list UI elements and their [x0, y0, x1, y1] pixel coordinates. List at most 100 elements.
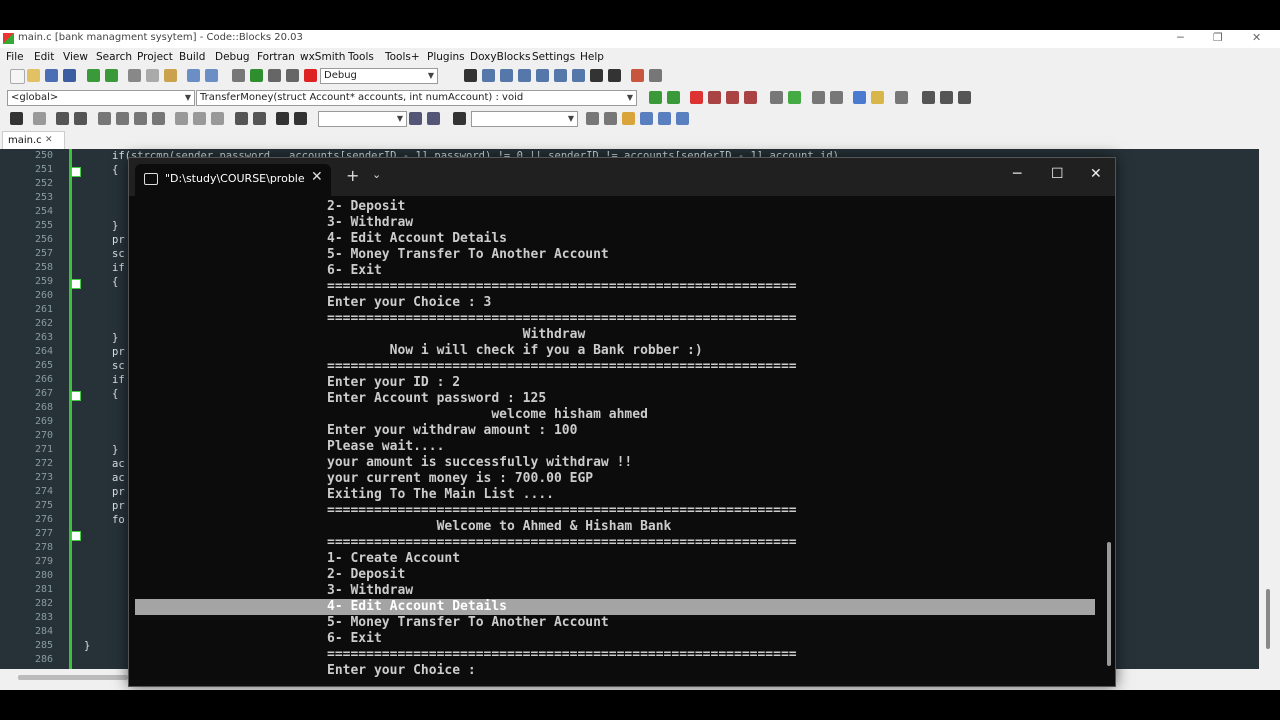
c-format-icon[interactable] [294, 112, 307, 125]
new-tab-icon[interactable]: + [346, 166, 359, 185]
next-instruction-icon[interactable] [554, 69, 567, 82]
doxy-help-icon[interactable] [871, 91, 884, 104]
fold-marker-icon[interactable] [71, 279, 81, 289]
pointer-icon[interactable] [10, 112, 23, 125]
tools-wrench-icon[interactable] [895, 91, 908, 104]
scope-select[interactable]: <global> ▼ [7, 90, 195, 106]
menu-tools[interactable]: Tools [348, 51, 374, 63]
menu-fortran[interactable]: Fortran [257, 51, 295, 63]
run-to-cursor-icon[interactable] [482, 69, 495, 82]
maximize-icon[interactable]: ❐ [1213, 31, 1223, 44]
text-widget-icon[interactable] [193, 112, 206, 125]
abort-icon[interactable] [304, 69, 317, 82]
debug-windows-icon[interactable] [631, 69, 644, 82]
zoom-in-icon[interactable] [235, 112, 248, 125]
sizer-box-icon[interactable] [152, 112, 165, 125]
console-window[interactable]: "D:\study\COURSE\problem s ✕ + ⌄ ─ ☐ ✕ 2… [128, 157, 1116, 687]
menu-project[interactable]: Project [137, 51, 173, 63]
run-icon[interactable] [250, 69, 263, 82]
new-file-icon[interactable] [10, 69, 25, 84]
rebuild-icon[interactable] [286, 69, 299, 82]
sizer-v-icon[interactable] [116, 112, 129, 125]
selected-text-icon[interactable] [640, 112, 653, 125]
panel-icon[interactable] [56, 112, 69, 125]
fold-marker-icon[interactable] [71, 167, 81, 177]
bookmark-toggle-icon[interactable] [690, 91, 703, 104]
undo-icon[interactable] [87, 69, 100, 82]
dialog-icon[interactable] [74, 112, 87, 125]
cut-icon[interactable] [128, 69, 141, 82]
console-output[interactable]: 2- Deposit 3- Withdraw 4- Edit Account Det… [129, 196, 1115, 686]
build-target-select[interactable]: Debug ▼ [320, 68, 438, 84]
menu-help[interactable]: Help [580, 51, 604, 63]
jump-back-icon[interactable] [649, 91, 662, 104]
tab-close-icon[interactable]: ✕ [45, 132, 53, 149]
open-file-icon[interactable] [27, 69, 40, 82]
frame-icon[interactable] [33, 112, 46, 125]
comment-icon[interactable] [812, 91, 825, 104]
search-prev-icon[interactable] [586, 112, 599, 125]
doxy-block-icon[interactable] [853, 91, 866, 104]
build-run-icon[interactable] [268, 69, 281, 82]
menu-tools[interactable]: Tools+ [385, 51, 420, 63]
match-case-icon[interactable] [658, 112, 671, 125]
fold-marker-icon[interactable] [71, 531, 81, 541]
button-widget-icon[interactable] [175, 112, 188, 125]
minimize-icon[interactable]: ─ [1177, 31, 1184, 44]
close-icon[interactable]: ✕ [1252, 31, 1261, 44]
save-all-icon[interactable] [63, 69, 76, 82]
step-into-icon[interactable] [518, 69, 531, 82]
redo-icon[interactable] [105, 69, 118, 82]
jump-end-icon[interactable] [958, 91, 971, 104]
minimize-icon[interactable]: ─ [1013, 166, 1021, 182]
scrollbar-thumb[interactable] [1266, 589, 1270, 649]
menu-edit[interactable]: Edit [34, 51, 54, 63]
menu-plugins[interactable]: Plugins [427, 51, 465, 63]
pause-icon[interactable] [590, 69, 603, 82]
tab-main-c[interactable]: main.c ✕ [2, 131, 65, 149]
uncomment-icon[interactable] [830, 91, 843, 104]
copy-icon[interactable] [146, 69, 159, 82]
editor-vertical-scrollbar[interactable] [1259, 149, 1280, 669]
find-icon[interactable] [187, 69, 200, 82]
menu-search[interactable]: Search [96, 51, 132, 63]
search-combo[interactable]: ▼ [318, 111, 407, 127]
build-gear-icon[interactable] [232, 69, 245, 82]
next-line-icon[interactable] [500, 69, 513, 82]
console-tab[interactable]: "D:\study\COURSE\problem s ✕ [135, 164, 331, 196]
menu-file[interactable]: File [6, 51, 24, 63]
find-next-icon[interactable] [409, 112, 422, 125]
menu-settings[interactable]: Settings [532, 51, 575, 63]
step-out-icon[interactable] [536, 69, 549, 82]
maximize-icon[interactable]: ☐ [1051, 166, 1064, 182]
find-options-icon[interactable] [427, 112, 440, 125]
menu-view[interactable]: View [63, 51, 88, 63]
record-icon[interactable] [940, 91, 953, 104]
bookmark-clear-icon[interactable] [744, 91, 757, 104]
search-next-icon[interactable] [604, 112, 617, 125]
console-scrollbar-thumb[interactable] [1107, 542, 1111, 666]
replace-icon[interactable] [205, 69, 218, 82]
jump-forward-icon[interactable] [667, 91, 680, 104]
close-icon[interactable]: ✕ [1090, 166, 1102, 182]
incremental-search-input[interactable]: ▼ [471, 111, 578, 127]
symbols-icon[interactable] [788, 91, 801, 104]
jump-start-icon[interactable] [922, 91, 935, 104]
save-icon[interactable] [45, 69, 58, 82]
menu-wxsmith[interactable]: wxSmith [300, 51, 345, 63]
menu-doxyblocks[interactable]: DoxyBlocks [470, 51, 530, 63]
zoom-out-icon[interactable] [253, 112, 266, 125]
debug-run-icon[interactable] [464, 69, 477, 82]
clear-search-icon[interactable] [453, 112, 466, 125]
sizer-h-icon[interactable] [98, 112, 111, 125]
combo-widget-icon[interactable] [211, 112, 224, 125]
regex-icon[interactable] [676, 112, 689, 125]
stop-debug-icon[interactable] [608, 69, 621, 82]
bookmark-prev-icon[interactable] [708, 91, 721, 104]
fold-marker-icon[interactable] [71, 391, 81, 401]
menu-debug[interactable]: Debug [215, 51, 250, 63]
tab-close-icon[interactable]: ✕ [311, 169, 323, 185]
code-completion-icon[interactable] [770, 91, 783, 104]
menu-build[interactable]: Build [179, 51, 205, 63]
highlight-icon[interactable] [622, 112, 635, 125]
